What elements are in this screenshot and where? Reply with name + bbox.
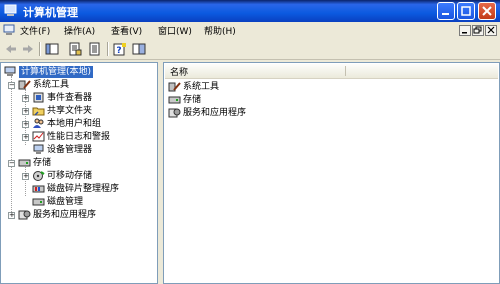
list-item-label: 系统工具 (183, 82, 220, 92)
close-button[interactable] (478, 2, 496, 20)
minimize-icon (462, 32, 467, 34)
expand-toggle[interactable]: + (22, 121, 29, 128)
users-icon (33, 118, 44, 128)
tree-label: 事件查看器 (47, 93, 93, 103)
minimize-icon (442, 13, 449, 15)
tree-connector (11, 76, 12, 218)
tree-label: 服务和应用程序 (33, 210, 97, 220)
column-divider[interactable] (345, 66, 346, 76)
tree-label: 系统工具 (33, 80, 70, 90)
column-header-name[interactable]: 名称 (165, 64, 498, 79)
collapse-toggle[interactable]: − (8, 160, 15, 167)
storage-icon (168, 96, 181, 104)
close-icon (487, 26, 495, 34)
expand-toggle[interactable]: + (22, 173, 29, 180)
storage-icon (18, 159, 31, 167)
menu-file[interactable]: 文件(F) (20, 24, 50, 37)
device-manager-icon (33, 144, 44, 154)
toolbar-separator (39, 42, 41, 56)
properties-icon[interactable] (68, 42, 82, 56)
console-view-icon[interactable] (132, 42, 146, 56)
event-viewer-icon (33, 92, 44, 103)
menu-action[interactable]: 操作(A) (64, 24, 95, 37)
tree-label: 磁盘管理 (47, 197, 84, 207)
mdi-minimize-button[interactable] (459, 25, 471, 36)
tree-label: 计算机管理(本地) (19, 66, 94, 78)
help-icon[interactable]: ? (113, 42, 127, 56)
tools-icon (18, 80, 31, 90)
tree-label: 设备管理器 (47, 145, 93, 155)
svg-text:?: ? (116, 46, 121, 56)
menu-view[interactable]: 查看(V) (111, 24, 142, 37)
performance-icon (32, 131, 45, 142)
maximize-icon (461, 6, 471, 16)
tree-label: 性能日志和警报 (47, 132, 111, 142)
menu-bar: 文件(F) 操作(A) 查看(V) 窗口(W) 帮助(H) (0, 22, 500, 39)
document-icon (3, 24, 15, 35)
computer-icon (4, 66, 16, 76)
window-title: 计算机管理 (23, 6, 78, 19)
expand-toggle[interactable]: + (22, 95, 29, 102)
disk-management-icon (32, 198, 45, 206)
services-icon (18, 210, 31, 220)
back-arrow-icon[interactable] (4, 42, 18, 56)
expand-toggle[interactable]: + (22, 134, 29, 141)
expand-toggle[interactable]: + (8, 212, 15, 219)
tree-label: 磁盘碎片整理程序 (47, 184, 120, 194)
expand-toggle[interactable]: + (22, 108, 29, 115)
tools-icon (168, 82, 181, 92)
list-item-label: 存储 (183, 95, 202, 105)
menu-window[interactable]: 窗口(W) (158, 24, 192, 37)
toolbar-separator (107, 42, 109, 56)
tree-label: 可移动存储 (47, 171, 93, 181)
tree-label: 本地用户和组 (47, 119, 102, 129)
mdi-restore-button[interactable] (472, 25, 484, 36)
collapse-toggle[interactable]: − (8, 82, 15, 89)
console-tree[interactable]: 计算机管理(本地) − 系统工具 + 事件查看器 + 共享文件夹 + 本地用户和… (0, 62, 158, 284)
list-item-label: 服务和应用程序 (183, 108, 247, 118)
minimize-button[interactable] (437, 2, 455, 20)
close-icon (482, 6, 492, 16)
export-list-icon[interactable] (88, 42, 102, 56)
tree-connector (25, 164, 26, 196)
restore-icon (473, 26, 482, 34)
menu-help[interactable]: 帮助(H) (204, 24, 236, 37)
removable-storage-icon (33, 171, 45, 181)
column-header-label: 名称 (170, 68, 189, 78)
show-hide-tree-icon[interactable] (45, 42, 59, 56)
tree-label: 存储 (33, 158, 52, 168)
details-pane[interactable]: 名称 系统工具 存储 服务和应用程序 (163, 62, 500, 284)
shared-folder-icon (32, 107, 45, 116)
title-bar[interactable]: 计算机管理 (0, 0, 500, 22)
computer-management-icon (4, 4, 17, 16)
maximize-button[interactable] (457, 2, 475, 20)
mdi-close-button[interactable] (485, 25, 497, 36)
services-icon (168, 108, 181, 118)
toolbar: ? (0, 39, 500, 60)
forward-arrow-icon[interactable] (21, 42, 35, 56)
defrag-icon (32, 185, 45, 193)
tree-label: 共享文件夹 (47, 106, 93, 116)
